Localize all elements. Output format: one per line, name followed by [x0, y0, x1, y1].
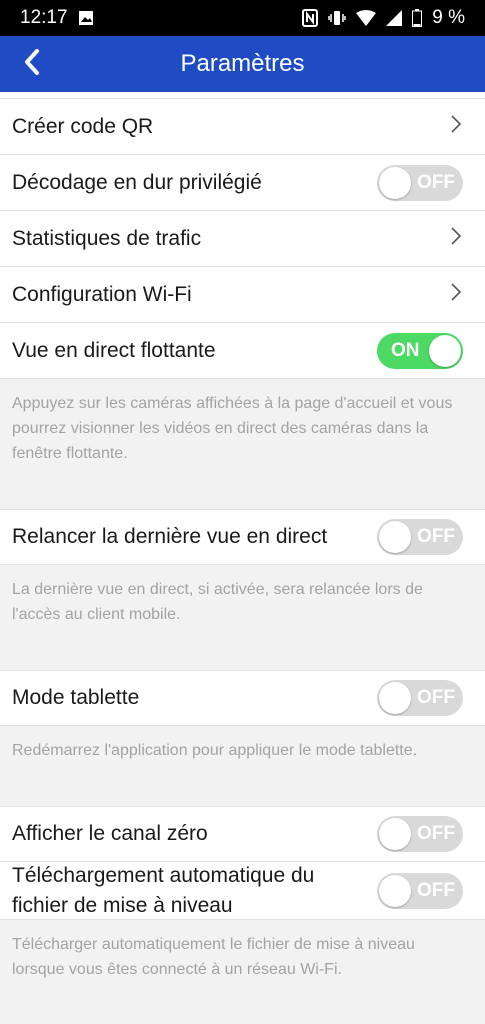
setting-label: Afficher le canal zéro [12, 822, 208, 845]
setting-tablet-mode: Mode tablette OFF [0, 670, 485, 726]
toggle-knob [429, 334, 461, 367]
zero-channel-toggle[interactable]: OFF [377, 816, 463, 852]
relaunch-live-view-toggle[interactable]: OFF [377, 519, 463, 555]
tablet-mode-description: Redémarrez l'application pour appliquer … [0, 726, 485, 806]
toggle-knob [379, 521, 411, 553]
status-time: 12:17 [20, 7, 68, 28]
settings-list: Créer code QR Décodage en dur privilégié… [0, 92, 485, 1010]
signal-icon [386, 10, 403, 26]
toggle-state-text: OFF [417, 171, 455, 193]
chevron-right-icon [449, 282, 463, 307]
toggle-state-text: OFF [417, 526, 455, 547]
setting-wifi-config[interactable]: Configuration Wi-Fi [0, 267, 485, 323]
hw-decode-toggle[interactable]: OFF [377, 164, 463, 201]
nfc-icon [302, 9, 319, 27]
setting-label-line1: Téléchargement automatique du [12, 863, 315, 887]
tablet-mode-toggle[interactable]: OFF [377, 680, 463, 716]
setting-auto-download-upgrade: Téléchargement automatique du fichier de… [0, 862, 485, 920]
floating-live-view-description: Appuyez sur les caméras affichées à la p… [0, 379, 485, 509]
floating-live-view-toggle[interactable]: ON [377, 332, 463, 369]
setting-label-line2: fichier de mise à niveau [12, 893, 233, 917]
wifi-icon [356, 10, 377, 26]
setting-traffic-stats[interactable]: Statistiques de trafic [0, 211, 485, 267]
back-button[interactable] [12, 36, 52, 92]
battery-percent: 9 % [432, 7, 465, 28]
setting-relaunch-live-view: Relancer la dernière vue en direct OFF [0, 509, 485, 565]
setting-create-qr[interactable]: Créer code QR [0, 99, 485, 155]
toggle-state-text: OFF [417, 687, 455, 708]
toggle-knob [379, 166, 411, 199]
toggle-state-text: OFF [417, 823, 455, 844]
list-top-strip [0, 92, 485, 99]
setting-label: Décodage en dur privilégié [12, 170, 262, 194]
setting-label: Statistiques de trafic [12, 226, 202, 250]
app-header: Paramètres [0, 36, 485, 92]
setting-hw-decode: Décodage en dur privilégié OFF [0, 155, 485, 211]
setting-label: Téléchargement automatique du fichier de… [12, 861, 314, 921]
page-title: Paramètres [180, 50, 305, 77]
vibrate-icon [328, 9, 346, 27]
toggle-knob [379, 818, 411, 850]
setting-label: Configuration Wi-Fi [12, 282, 192, 306]
toggle-state-text: ON [391, 339, 420, 361]
chevron-right-icon [449, 226, 463, 251]
toggle-knob [379, 874, 411, 907]
battery-icon [412, 9, 423, 27]
setting-zero-channel: Afficher le canal zéro OFF [0, 806, 485, 862]
chevron-left-icon [24, 48, 40, 80]
setting-label: Relancer la dernière vue en direct [12, 525, 328, 548]
toggle-state-text: OFF [417, 879, 455, 901]
setting-label: Mode tablette [12, 686, 140, 709]
image-icon [78, 10, 94, 26]
setting-label: Vue en direct flottante [12, 338, 216, 362]
chevron-right-icon [449, 114, 463, 139]
relaunch-live-view-description: La dernière vue en direct, si activée, s… [0, 565, 485, 670]
status-bar: 12:17 9 % [0, 0, 485, 36]
setting-floating-live-view: Vue en direct flottante ON [0, 323, 485, 379]
setting-label: Créer code QR [12, 114, 154, 138]
toggle-knob [379, 682, 411, 714]
auto-download-toggle[interactable]: OFF [377, 872, 463, 909]
auto-download-description: Télécharger automatiquement le fichier d… [0, 920, 485, 1010]
